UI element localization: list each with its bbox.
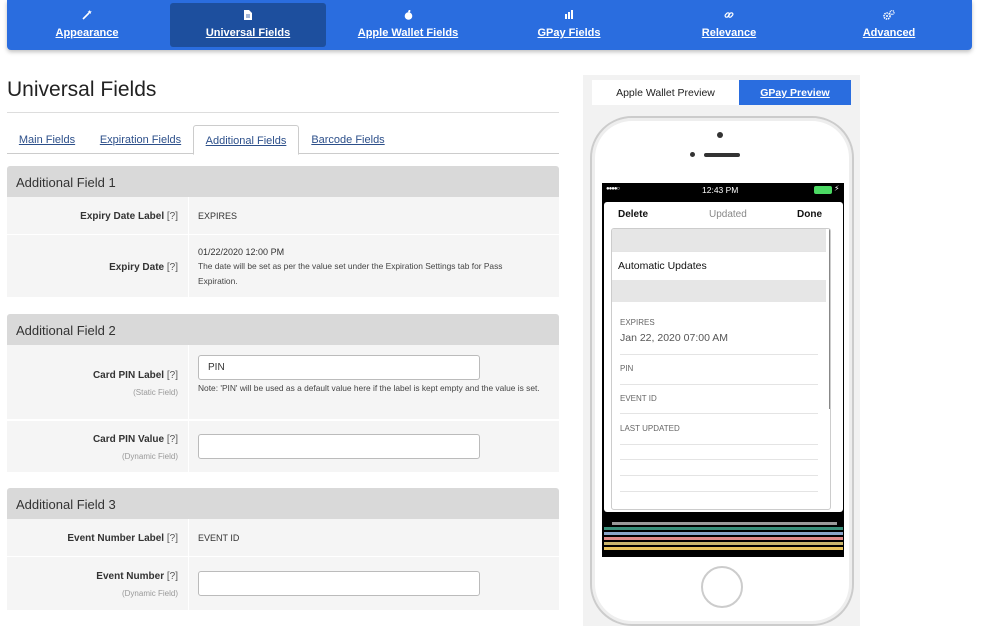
sensor-icon xyxy=(690,152,695,157)
tab-main-fields[interactable]: Main Fields xyxy=(13,125,81,154)
help-tooltip[interactable]: [?] xyxy=(167,434,178,445)
link-icon xyxy=(651,10,807,22)
magic-wand-icon xyxy=(9,10,165,22)
nav-gpay-fields[interactable]: GPay Fields xyxy=(491,3,647,47)
stacked-pass xyxy=(604,547,843,550)
pass-field-label: EXPIRES xyxy=(620,318,655,327)
charging-icon: ⚡ xyxy=(834,184,840,193)
field-row: Expiry Date Label [?] EXPIRES xyxy=(7,197,559,235)
event-number-input[interactable] xyxy=(198,571,480,596)
nav-relevance[interactable]: Relevance xyxy=(651,3,807,47)
done-button[interactable]: Done xyxy=(797,209,822,220)
nav-label: Appearance xyxy=(55,27,119,39)
section-band xyxy=(612,280,826,302)
field-label: Event Number Label xyxy=(67,533,165,544)
field-value: EXPIRES xyxy=(198,211,238,221)
pass-field-label: EVENT ID xyxy=(620,394,657,403)
field-row: Expiry Date [?] 01/22/2020 12:00 PM The … xyxy=(7,235,559,298)
home-button[interactable] xyxy=(701,566,743,608)
field-label: Card PIN Value xyxy=(92,434,165,445)
section-header: Additional Field 2 xyxy=(7,314,559,345)
stacked-pass xyxy=(604,527,843,530)
nav-apple-wallet-fields[interactable]: Apple Wallet Fields xyxy=(330,3,486,47)
pass-field-label: PIN xyxy=(620,364,634,373)
automatic-updates-label[interactable]: Automatic Updates xyxy=(618,260,707,272)
gpay-icon xyxy=(491,10,647,22)
field-row: Card PIN Value [?] (Dynamic Field) xyxy=(7,421,559,473)
speaker-grille xyxy=(704,153,740,157)
field-label: Expiry Date xyxy=(109,262,165,273)
card-pin-value-input[interactable] xyxy=(198,434,480,459)
help-tooltip[interactable]: [?] xyxy=(167,571,178,582)
section-header: Additional Field 3 xyxy=(7,488,559,519)
signal-icon: ●●●●○ xyxy=(606,186,620,192)
field-label: Card PIN Label xyxy=(92,370,165,381)
stacked-pass xyxy=(612,522,837,525)
field-value: EVENT ID xyxy=(198,533,240,543)
document-icon xyxy=(170,10,326,22)
nav-appearance[interactable]: Appearance xyxy=(9,3,165,47)
field-value: 01/22/2020 12:00 PM xyxy=(198,247,285,257)
field-label: Expiry Date Label xyxy=(80,211,165,222)
nav-label: Apple Wallet Fields xyxy=(357,27,459,39)
tab-additional-fields[interactable]: Additional Fields xyxy=(193,125,299,155)
nav-label: Universal Fields xyxy=(205,27,291,39)
help-tooltip[interactable]: [?] xyxy=(167,262,178,273)
tab-barcode-fields[interactable]: Barcode Fields xyxy=(305,125,391,154)
pass-details: Automatic Updates EXPIRES Jan 22, 2020 0… xyxy=(611,228,831,510)
pass-field-label: LAST UPDATED xyxy=(620,424,680,433)
nav-label: Advanced xyxy=(862,27,916,39)
title-divider xyxy=(7,112,559,113)
card-pin-label-input[interactable] xyxy=(198,355,480,380)
field-type-hint: (Dynamic Field) xyxy=(121,589,178,598)
nav-advanced[interactable]: Advanced xyxy=(811,3,967,47)
card-header-title: Updated xyxy=(709,209,747,220)
section-header: Additional Field 1 xyxy=(7,166,559,197)
battery-icon xyxy=(814,186,832,194)
field-type-hint: (Dynamic Field) xyxy=(121,452,178,461)
help-tooltip[interactable]: [?] xyxy=(167,211,178,222)
field-row: Event Number [?] (Dynamic Field) xyxy=(7,557,559,611)
nav-label: GPay Fields xyxy=(537,27,601,39)
status-bar: ●●●●○ 12:43 PM ⚡ xyxy=(602,183,844,198)
pass-field-value: Jan 22, 2020 07:00 AM xyxy=(620,332,728,344)
status-time: 12:43 PM xyxy=(702,185,739,195)
field-tabs: Main Fields Expiration Fields Additional… xyxy=(7,125,559,155)
tab-apple-wallet-preview[interactable]: Apple Wallet Preview xyxy=(592,80,739,105)
field-row: Card PIN Label [?] (Static Field) Note: … xyxy=(7,345,559,420)
gears-icon xyxy=(811,10,967,22)
scrollbar[interactable] xyxy=(829,229,830,409)
nav-universal-fields[interactable]: Universal Fields xyxy=(170,3,326,47)
delete-button[interactable]: Delete xyxy=(618,209,648,220)
help-tooltip[interactable]: [?] xyxy=(167,533,178,544)
help-tooltip[interactable]: [?] xyxy=(167,370,178,381)
tab-gpay-preview[interactable]: GPay Preview xyxy=(739,80,851,105)
page-title: Universal Fields xyxy=(7,78,157,101)
field-row: Event Number Label [?] EVENT ID xyxy=(7,519,559,557)
camera-icon xyxy=(717,132,723,138)
nav-label: Relevance xyxy=(701,27,757,39)
field-note: The date will be set as per the value se… xyxy=(198,261,503,286)
section-band xyxy=(612,229,826,251)
field-note: Note: 'PIN' will be used as a default va… xyxy=(198,383,540,393)
top-navigation: Appearance Universal Fields Apple Wallet… xyxy=(7,0,972,50)
field-type-hint: (Static Field) xyxy=(133,388,178,397)
stacked-pass xyxy=(604,537,843,540)
stacked-pass xyxy=(604,532,843,535)
tab-expiration-fields[interactable]: Expiration Fields xyxy=(93,125,188,154)
apple-icon xyxy=(330,10,486,22)
stacked-pass xyxy=(604,542,843,545)
field-label: Event Number xyxy=(96,571,165,582)
